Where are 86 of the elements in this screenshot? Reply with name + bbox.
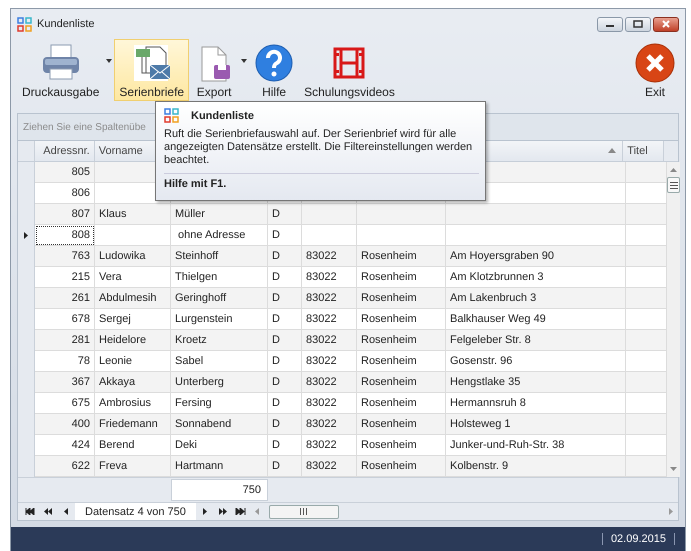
scroll-right-icon: [669, 508, 673, 515]
table-cell: Am Lakenbruch 3: [446, 288, 626, 309]
table-cell: Müller: [171, 204, 268, 225]
grip-icon: [670, 182, 678, 188]
table-cell: Steinhoff: [171, 246, 268, 267]
tooltip-footer: Hilfe mit F1.: [164, 173, 479, 190]
table-cell: 83022: [302, 372, 357, 393]
table-cell: Kolbenstr. 9: [446, 456, 626, 477]
table-cell: 83022: [302, 456, 357, 477]
table-cell: D: [268, 372, 302, 393]
status-date: 02.09.2015: [602, 533, 675, 545]
maximize-button[interactable]: [625, 16, 651, 32]
table-cell: 83022: [302, 330, 357, 351]
vertical-scrollbar[interactable]: [667, 162, 680, 477]
table-cell: Rosenheim: [357, 288, 446, 309]
table-cell: Klaus: [95, 204, 171, 225]
table-cell: Freva: [95, 456, 171, 477]
scroll-down-icon: [670, 467, 677, 471]
close-button[interactable]: [653, 16, 679, 32]
app-logo-icon: [164, 108, 179, 123]
next-page-icon: [217, 508, 228, 515]
table-cell: 808: [35, 225, 95, 246]
table-cell: Felgeleber Str. 8: [446, 330, 626, 351]
scroll-up-icon: [670, 168, 677, 172]
group-panel-hint: Ziehen Sie eine Spaltenübe: [23, 122, 146, 132]
last-icon: [235, 508, 246, 515]
table-cell: Rosenheim: [357, 330, 446, 351]
table-cell: Abdulmesih: [95, 288, 171, 309]
table-cell: D: [268, 414, 302, 435]
minimize-button[interactable]: [597, 16, 623, 32]
table-cell: Rosenheim: [357, 414, 446, 435]
document-envelope-icon: [132, 43, 172, 83]
previous-page-icon: [42, 508, 54, 515]
table-cell: 763: [35, 246, 95, 267]
grip-icon: [300, 508, 308, 515]
tooltip-title: Kundenliste: [191, 110, 254, 122]
record-position: Datensatz 4 von 750: [75, 503, 196, 520]
summary-value: 750: [171, 479, 268, 501]
table-cell: 622: [35, 456, 95, 477]
table-cell: Heidelore: [95, 330, 171, 351]
window-title: Kundenliste: [37, 18, 94, 30]
maximize-icon: [633, 20, 643, 28]
table-cell: 83022: [302, 288, 357, 309]
toolbar-button[interactable]: Druckausgabe: [17, 39, 104, 101]
scroll-left-icon: [254, 508, 259, 515]
table-cell: Rosenheim: [357, 246, 446, 267]
table-cell: Unterberg: [171, 372, 268, 393]
table-cell: 281: [35, 330, 95, 351]
table-cell: D: [268, 246, 302, 267]
exit-button[interactable]: Exit: [630, 39, 680, 101]
toolbar-button[interactable]: Serienbriefe: [114, 39, 190, 101]
table-cell: D: [268, 456, 302, 477]
column-header[interactable]: Adressnr.: [35, 141, 95, 161]
table-cell: Ludowika: [95, 246, 171, 267]
help-icon: [254, 43, 294, 83]
table-cell: Rosenheim: [357, 372, 446, 393]
table-cell: Geringhoff: [171, 288, 268, 309]
table-cell: 83022: [302, 246, 357, 267]
table-cell: Akkaya: [95, 372, 171, 393]
table-cell: Hartmann: [171, 456, 268, 477]
table-cell: Rosenheim: [357, 456, 446, 477]
table-cell: D: [268, 330, 302, 351]
app-logo-icon: [17, 16, 32, 32]
toolbar-button[interactable]: Schulungsvideos: [299, 39, 400, 101]
table-cell: Kroetz: [171, 330, 268, 351]
table-cell: Hengstlake 35: [446, 372, 626, 393]
current-row-icon: [24, 232, 28, 239]
table-cell: 83022: [302, 414, 357, 435]
close-icon: [635, 43, 675, 83]
toolbar-button[interactable]: Export: [189, 39, 240, 101]
table-cell: 261: [35, 288, 95, 309]
toolbar-button[interactable]: Hilfe: [249, 39, 300, 101]
table-cell: 400: [35, 414, 95, 435]
table-cell: 805: [35, 162, 95, 183]
table-cell: D: [268, 204, 302, 225]
table-cell: Friedemann: [95, 414, 171, 435]
table-cell: Sonnabend: [171, 414, 268, 435]
table-cell: 367: [35, 372, 95, 393]
first-icon: [24, 508, 36, 515]
table-cell: D: [268, 288, 302, 309]
scroll-thumb[interactable]: [268, 504, 339, 518]
table-cell: Holsteweg 1: [446, 414, 626, 435]
table-cell: 807: [35, 204, 95, 225]
scroll-thumb[interactable]: [667, 177, 680, 193]
close-icon: [661, 20, 671, 28]
table-cell: Am Hoyersgraben 90: [446, 246, 626, 267]
